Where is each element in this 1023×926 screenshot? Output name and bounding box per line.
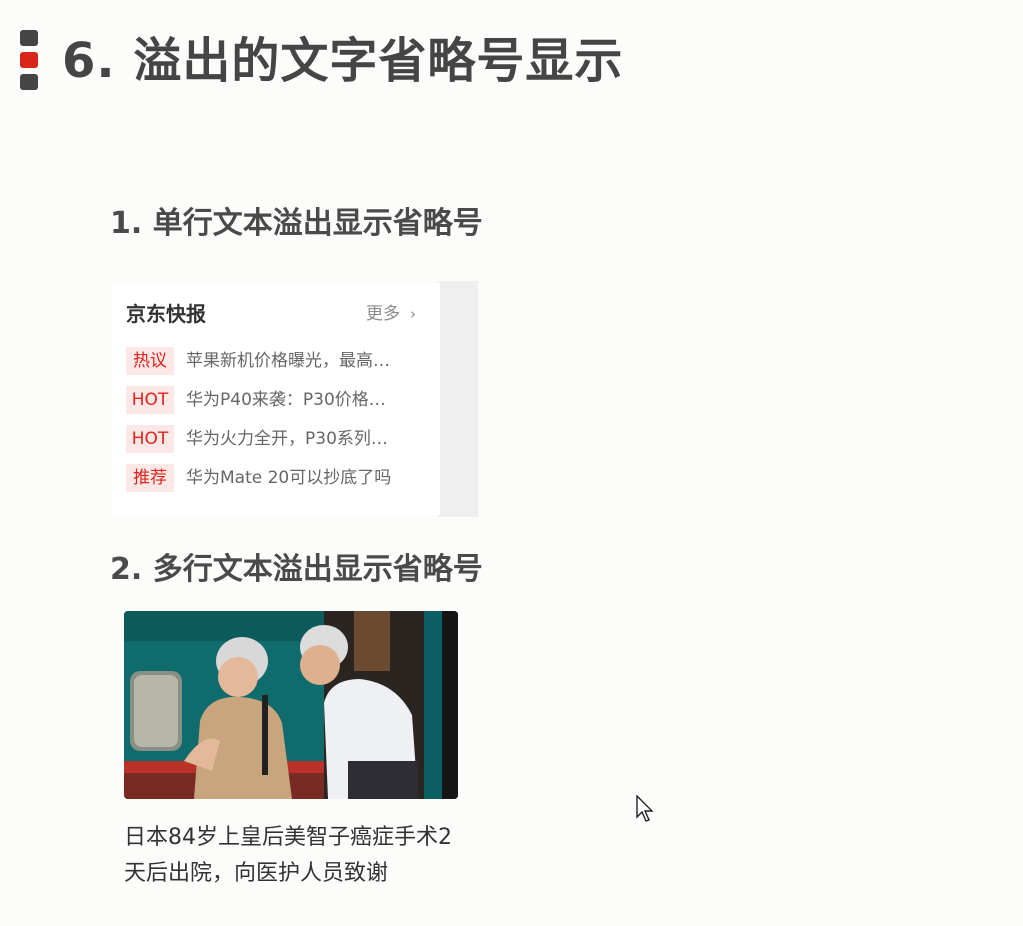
news-item-text[interactable]: 华为Mate 20可以抄底了吗 [186,463,398,493]
news-item[interactable]: HOT 华为P40来袭：P30价格跌至新低 [126,384,426,423]
news-item-text[interactable]: 华为P40来袭：P30价格跌至新低 [186,385,398,415]
news-item[interactable]: 热议苹果新机价格曝光，最高售价超万元 [126,345,426,384]
news-tag: 推荐 [126,463,174,492]
page-title: 6. 溢出的文字省略号显示 [62,33,624,89]
news-box: 京东快报 更多 › 热议苹果新机价格曝光，最高售价超万元 HOT 华为P40来袭：P… [112,283,440,515]
photo-illustration [124,611,458,799]
slide-page: 6. 溢出的文字省略号显示 1. 单行文本溢出显示省略号 京东快报 更多 › 热议… [0,0,1023,926]
news-item-text[interactable]: 华为火力全开，P30系列全面降价 [186,424,398,454]
title-marker [20,30,38,90]
news-item-text[interactable]: 苹果新机价格曝光，最高售价超万元 [186,346,398,376]
news-list: 热议苹果新机价格曝光，最高售价超万元 HOT华为P40来袭：P30价格跌至新低 … [126,345,426,501]
section-title-multi-line: 2. 多行文本溢出显示省略号 [110,552,483,587]
more-link[interactable]: 更多 › [366,299,416,329]
news-title: 京东快报 [126,302,206,326]
news-header: 京东快报 更多 › [126,299,416,329]
news-tag: 热议 [126,346,174,375]
news-item[interactable]: HOT 华为火力全开，P30系列全面降价 [126,423,426,462]
news-item[interactable]: 推荐 华为Mate 20可以抄底了吗 [126,462,426,501]
section-title-single-line: 1. 单行文本溢出显示省略号 [110,206,483,241]
more-label: 更多 [366,304,400,324]
photo-caption[interactable]: 日本84岁上皇后美智子癌症手术2天后出院，向医护人员致谢 [124,820,454,892]
news-tag: HOT [126,385,174,414]
chevron-right-icon: › [410,305,416,323]
news-scroll-track [438,281,478,517]
news-tag: HOT [126,424,174,453]
mouse-cursor-icon [636,795,654,822]
news-photo[interactable] [124,611,458,799]
